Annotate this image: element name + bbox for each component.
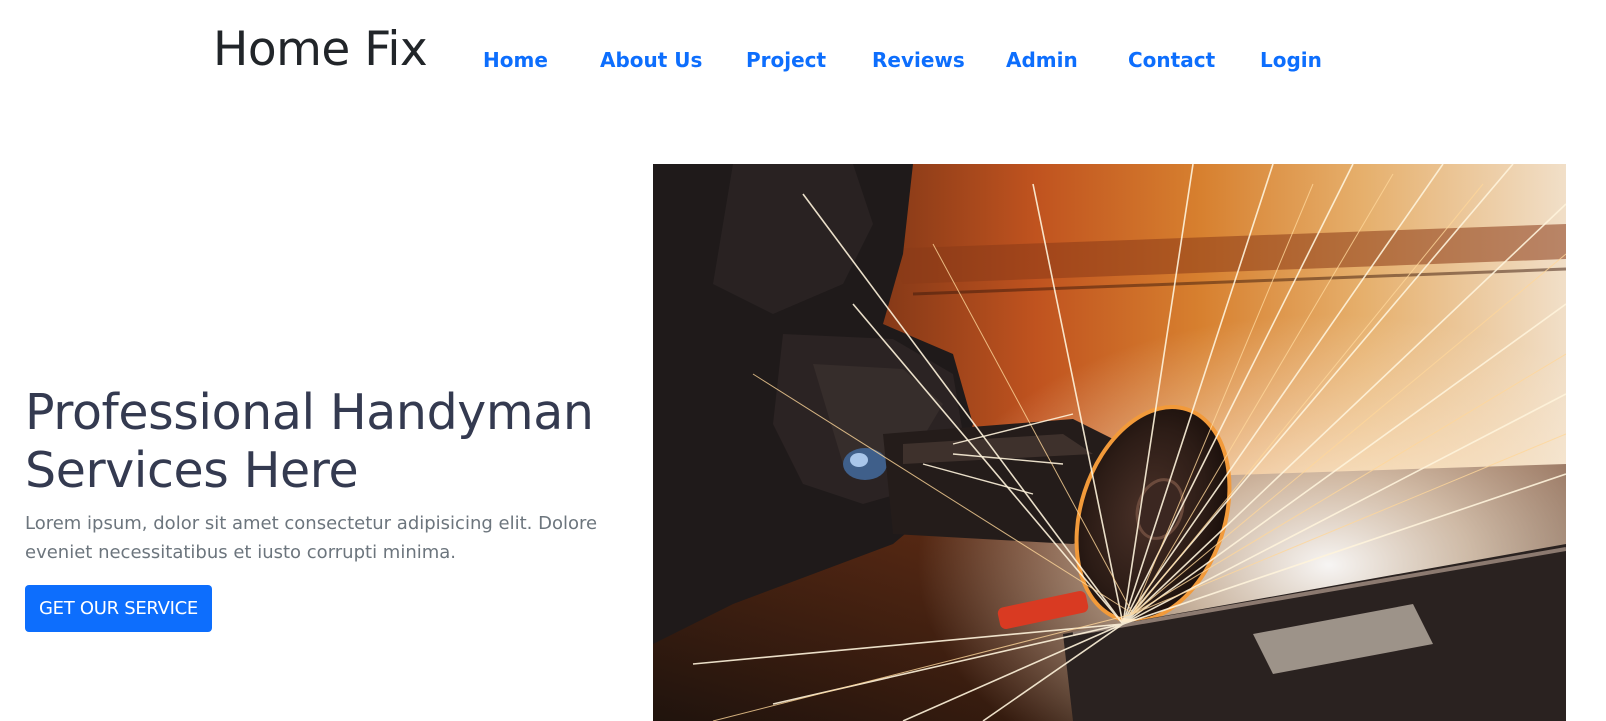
nav-contact-link[interactable]: Contact bbox=[1128, 47, 1215, 73]
hero-description: Lorem ipsum, dolor sit amet consectetur … bbox=[25, 513, 598, 563]
hero-image bbox=[653, 164, 1566, 721]
nav-admin-link[interactable]: Admin bbox=[1006, 47, 1078, 73]
nav-login-link[interactable]: Login bbox=[1260, 47, 1322, 73]
brand-logo[interactable]: Home Fix bbox=[213, 20, 428, 80]
page: Home Fix Home About Us Project Reviews A… bbox=[0, 0, 1606, 721]
nav-reviews-link[interactable]: Reviews bbox=[872, 47, 965, 73]
angle-grinder-sparks-photo-icon bbox=[653, 164, 1566, 721]
nav-home-link[interactable]: Home bbox=[483, 47, 548, 73]
nav-project-link[interactable]: Project bbox=[746, 47, 826, 73]
get-service-button[interactable]: GET OUR SERVICE bbox=[25, 585, 212, 632]
hero-title: Professional Handyman Services Here bbox=[25, 384, 594, 499]
nav-about-link[interactable]: About Us bbox=[600, 47, 702, 73]
